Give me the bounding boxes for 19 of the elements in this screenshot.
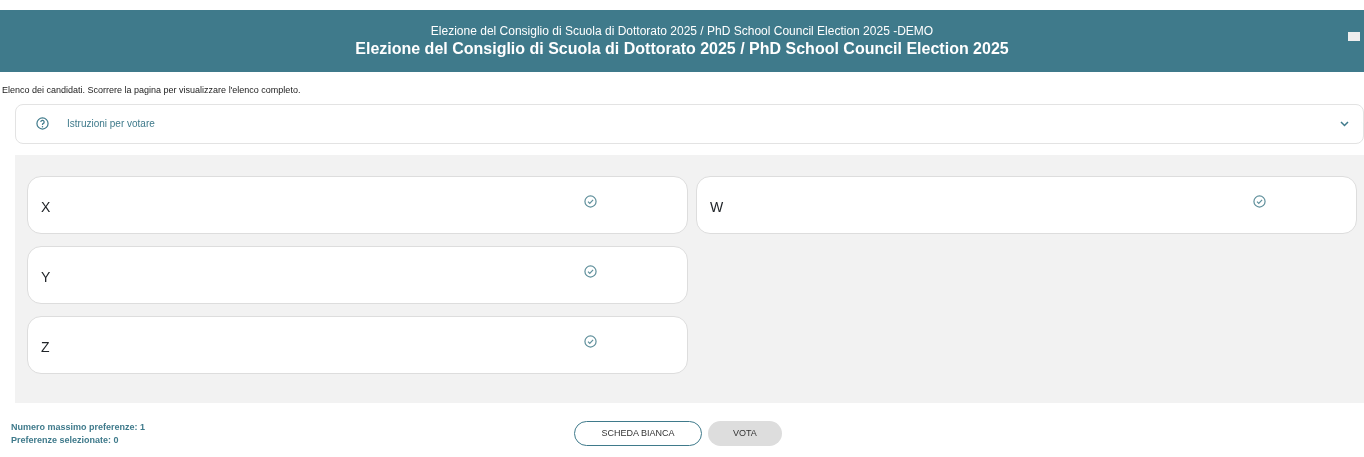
- selected-preferences-text: Preferenze selezionate: 0: [11, 433, 120, 447]
- check-circle-icon: [584, 335, 597, 348]
- check-circle-icon: [1253, 195, 1266, 208]
- candidate-card[interactable]: X: [27, 175, 688, 234]
- header-title: Elezione del Consiglio di Scuola di Dottorato 2025 / PhD School Council Election 2025: [355, 38, 1009, 59]
- check-circle-icon: [584, 265, 597, 278]
- scroll-handle-icon[interactable]: [1348, 32, 1360, 41]
- instructions-accordion[interactable]: Istruzioni per votare: [15, 103, 1364, 144]
- blank-ballot-button[interactable]: SCHEDA BIANCA: [574, 421, 702, 446]
- header-subtitle: Elezione del Consiglio di Scuola di Dottorato 2025 / PhD School Council Election 2025 -DEMO: [430, 23, 934, 39]
- candidate-card[interactable]: Z: [27, 315, 688, 374]
- instructions-label: Istruzioni per votare: [67, 117, 156, 131]
- check-circle-icon: [584, 195, 597, 208]
- chevron-icon: [1340, 120, 1349, 127]
- help-icon: [36, 117, 49, 130]
- max-preferences-text: Numero massimo preferenze: 1: [11, 420, 147, 434]
- candidate-card[interactable]: Y: [27, 245, 688, 304]
- candidate-card[interactable]: W: [696, 175, 1357, 234]
- intro-text: Elenco dei candidati. Scorrere la pagina per visualizzare l'elenco completo.: [2, 84, 302, 97]
